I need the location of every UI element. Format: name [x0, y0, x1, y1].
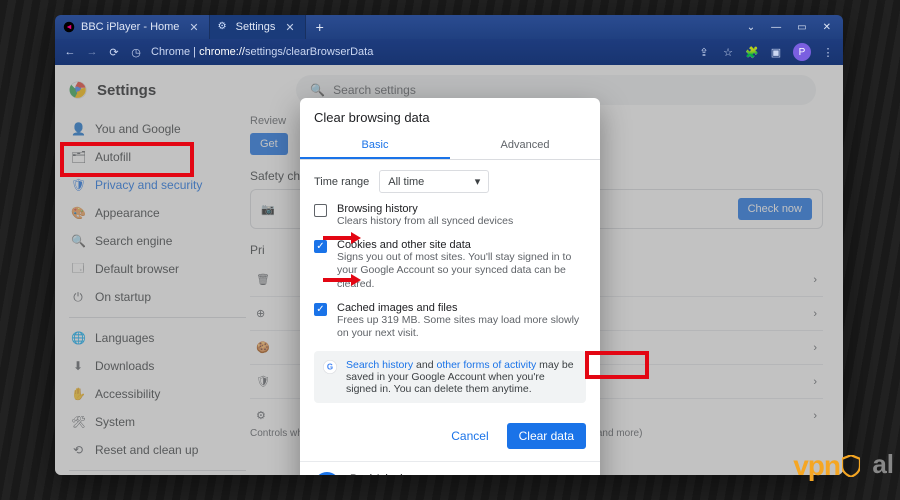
tab-basic[interactable]: Basic	[300, 133, 450, 159]
forward-icon[interactable]: →	[85, 45, 99, 59]
address-prefix: Chrome |	[151, 46, 199, 58]
profile-avatar-icon: P	[314, 472, 340, 475]
maximize-button[interactable]: ▭	[797, 22, 806, 33]
chevron-down-icon: ▾	[475, 175, 481, 188]
annotation-arrow-cache	[323, 274, 363, 286]
tab-bbc[interactable]: BBC iPlayer - Home ✕	[55, 15, 210, 39]
checkbox-sub: Signs you out of most sites. You'll stay…	[337, 251, 586, 292]
annotation-box-clear-data	[585, 351, 649, 379]
info-box: G Search history and other forms of acti…	[314, 351, 586, 403]
google-icon: G	[322, 359, 338, 375]
titlebar: BBC iPlayer - Home ✕ ⚙ Settings ✕ + ⌄ — …	[55, 15, 843, 39]
tab-label: Settings	[236, 21, 276, 33]
toolbar: ← → ⟳ ◷ Chrome | chrome://settings/clear…	[55, 39, 843, 65]
time-range-label: Time range	[314, 176, 369, 188]
checkbox-title: Cached images and files	[337, 302, 586, 314]
menu-icon[interactable]: ⋮	[821, 45, 835, 59]
cancel-button[interactable]: Cancel	[443, 423, 496, 449]
window-controls: ⌄ — ▭ ✕	[747, 22, 843, 33]
new-tab-button[interactable]: +	[306, 19, 334, 35]
address-path: settings/clearBrowserData	[245, 46, 373, 58]
minimize-button[interactable]: —	[771, 22, 781, 33]
annotation-box-privacy	[60, 142, 194, 177]
browser-window: BBC iPlayer - Home ✕ ⚙ Settings ✕ + ⌄ — …	[55, 15, 843, 475]
close-icon[interactable]: ✕	[285, 21, 294, 34]
checkbox-title: Cookies and other site data	[337, 239, 586, 251]
clear-browsing-data-dialog: Clear browsing data Basic Advanced Time …	[300, 98, 600, 475]
address-bar[interactable]: Chrome | chrome://settings/clearBrowserD…	[151, 46, 689, 58]
gear-icon: ⚙	[218, 21, 230, 33]
extensions-icon[interactable]: 🧩	[745, 45, 759, 59]
search-history-link[interactable]: Search history	[346, 359, 413, 371]
tab-advanced[interactable]: Advanced	[450, 133, 600, 159]
profile-row: P Paul Adonis Syncing to pauladonissi@gm…	[300, 468, 600, 475]
star-icon[interactable]: ☆	[721, 45, 735, 59]
tab-label: BBC iPlayer - Home	[81, 21, 179, 33]
chevron-down-icon[interactable]: ⌄	[747, 22, 755, 33]
chrome-icon: ◷	[129, 45, 143, 59]
annotation-arrow-cookies	[323, 232, 363, 244]
clear-data-button[interactable]: Clear data	[507, 423, 586, 449]
checkbox-cache[interactable]: ✓	[314, 303, 327, 316]
checkbox-title: Browsing history	[337, 203, 513, 215]
address-host: chrome://	[199, 46, 245, 58]
dialog-divider	[300, 461, 600, 462]
present-icon[interactable]: ▣	[769, 45, 783, 59]
dialog-tabs: Basic Advanced	[300, 133, 600, 160]
other-activity-link[interactable]: other forms of activity	[436, 359, 536, 371]
checkbox-browsing-history[interactable]	[314, 204, 327, 217]
time-range-value: All time	[388, 176, 424, 188]
watermark-tail: al	[872, 449, 894, 480]
vpn-text: vpn	[793, 450, 840, 482]
time-range-select[interactable]: All time ▾	[379, 170, 489, 193]
shield-icon	[842, 455, 860, 477]
vpn-watermark: vpn	[793, 450, 860, 482]
content-area: Settings 🔍 Search settings 👤You and Goog…	[55, 65, 843, 475]
checkbox-sub: Frees up 319 MB. Some sites may load mor…	[337, 314, 586, 341]
profile-name: Paul Adonis	[350, 473, 519, 475]
reload-icon[interactable]: ⟳	[107, 45, 121, 59]
dialog-title: Clear browsing data	[300, 110, 600, 133]
share-icon[interactable]: ⇪	[697, 45, 711, 59]
back-icon[interactable]: ←	[63, 45, 77, 59]
info-mid: and	[413, 359, 436, 371]
checkbox-sub: Clears history from all synced devices	[337, 215, 513, 229]
bbc-favicon-icon	[63, 21, 75, 33]
close-icon[interactable]: ✕	[189, 21, 198, 34]
svg-text:G: G	[327, 363, 333, 372]
close-window-button[interactable]: ✕	[823, 22, 831, 33]
tab-settings[interactable]: ⚙ Settings ✕	[210, 15, 306, 39]
profile-avatar[interactable]: P	[793, 43, 811, 61]
